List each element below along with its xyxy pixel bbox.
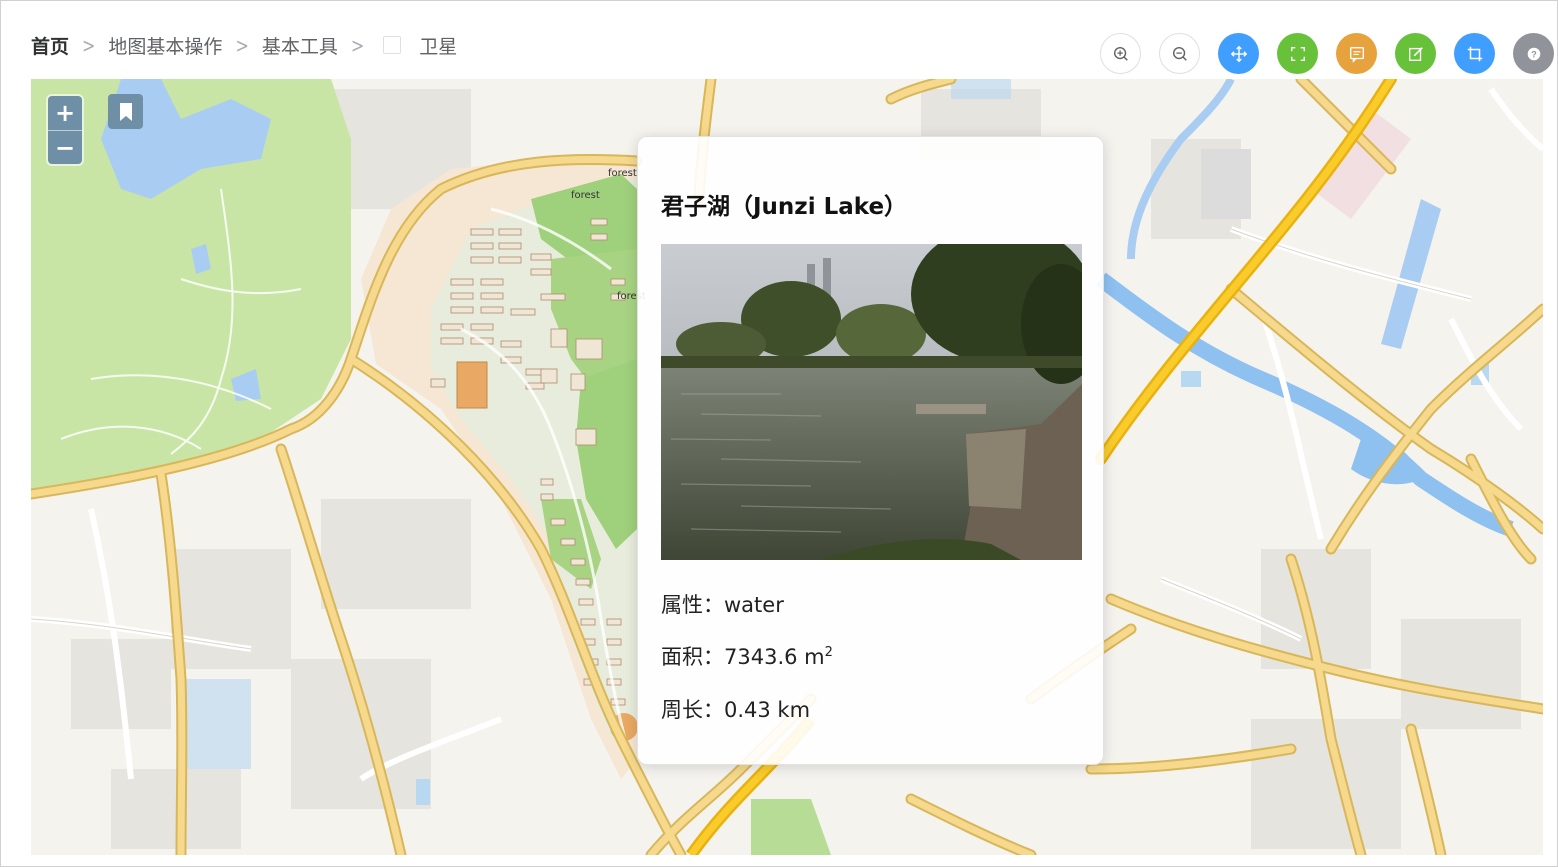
bookmark-button[interactable] <box>108 94 143 129</box>
zoom-out-tool-button[interactable] <box>1159 33 1200 74</box>
help-button[interactable]: ? <box>1513 33 1554 74</box>
area-value: 7343.6 m <box>724 645 825 669</box>
zoom-out-icon <box>1172 46 1187 61</box>
question-icon: ? <box>1527 47 1540 60</box>
area-label: 面积： <box>661 645 724 669</box>
breadcrumb-basic-tools[interactable]: 基本工具 <box>262 32 338 59</box>
svg-text:?: ? <box>1531 49 1537 59</box>
feature-info-popup: 君子湖（Junzi Lake） 属性：water 面积：7343.6 m2 周长… <box>637 136 1104 765</box>
breadcrumb-map-basic-ops[interactable]: 地图基本操作 <box>108 32 222 59</box>
attribute-row: 属性：water <box>661 589 784 619</box>
perimeter-row: 周长：0.43 km <box>661 694 810 724</box>
breadcrumb-home[interactable]: 首页 <box>31 32 69 59</box>
fullscreen-icon <box>1290 46 1305 61</box>
attribute-label: 属性： <box>661 593 724 617</box>
map-zoom-control: + − <box>48 96 82 164</box>
move-icon <box>1230 45 1247 62</box>
map-toolbar: ? <box>1100 33 1554 74</box>
bookmark-icon <box>119 102 132 121</box>
edit-icon <box>1408 46 1423 61</box>
map-zoom-out-button[interactable]: − <box>48 130 82 164</box>
breadcrumb-separator-icon: > <box>82 32 96 58</box>
area-unit-superscript: 2 <box>824 645 833 660</box>
map-zoom-in-button[interactable]: + <box>48 96 82 130</box>
map-view[interactable]: forest forest forest + − 君子湖（Junzi Lake） <box>31 79 1543 855</box>
forest-label: forest <box>608 168 637 179</box>
zoom-in-tool-button[interactable] <box>1100 33 1141 74</box>
breadcrumb-separator-icon: > <box>235 32 249 58</box>
area-row: 面积：7343.6 m2 <box>661 641 833 671</box>
zoom-in-icon <box>1113 46 1128 61</box>
full-extent-button[interactable] <box>1277 33 1318 74</box>
message-icon <box>1349 46 1364 63</box>
lake-photo <box>661 244 1082 560</box>
breadcrumb: 首页 > 地图基本操作 > 基本工具 > 卫星 <box>31 29 457 61</box>
breadcrumb-satellite: 卫星 <box>419 35 458 58</box>
crop-button[interactable] <box>1454 33 1495 74</box>
feature-title: 君子湖（Junzi Lake） <box>661 194 908 220</box>
breadcrumb-separator-icon: > <box>350 32 365 58</box>
crop-icon <box>1467 46 1482 61</box>
edit-button[interactable] <box>1395 33 1436 74</box>
perimeter-label: 周长： <box>661 698 724 722</box>
message-button[interactable] <box>1336 33 1377 74</box>
pan-tool-button[interactable] <box>1218 33 1259 74</box>
forest-label: forest <box>571 190 600 201</box>
app-window: 首页 > 地图基本操作 > 基本工具 > 卫星 ? forest forest … <box>0 0 1558 867</box>
perimeter-value: 0.43 km <box>724 698 811 722</box>
attribute-value: water <box>724 593 784 617</box>
satellite-checkbox[interactable] <box>383 36 402 54</box>
